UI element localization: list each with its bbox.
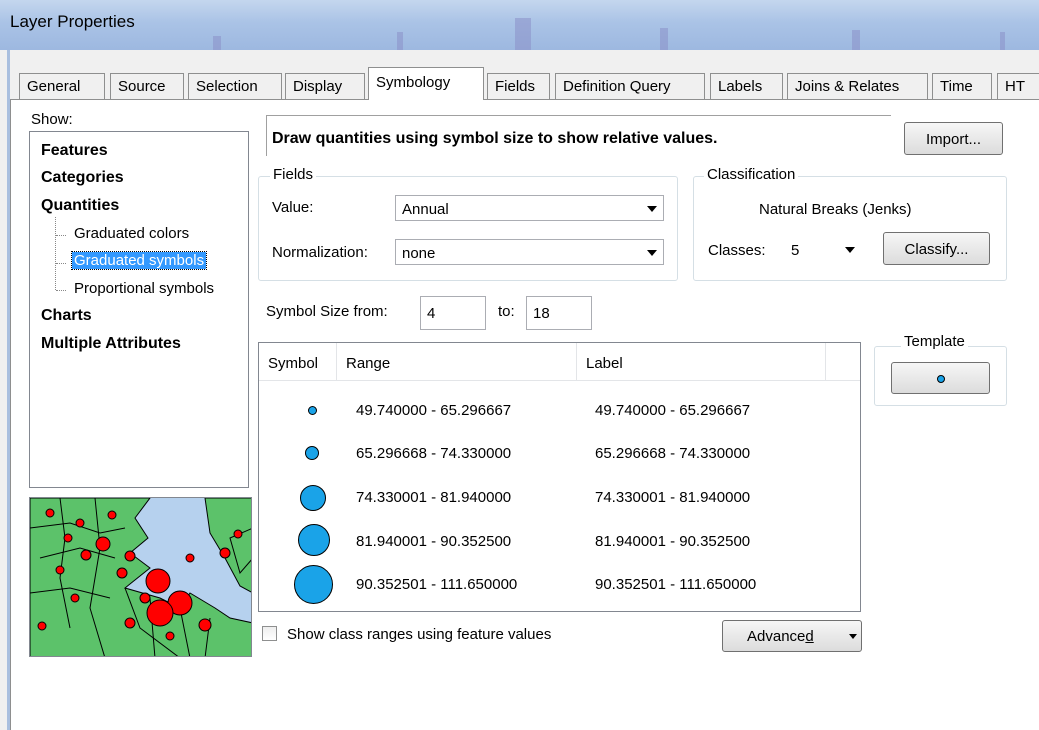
fields-group [258, 176, 678, 281]
show-label: Show: [31, 111, 73, 128]
renderer-description: Draw quantities using symbol size to sho… [272, 130, 718, 147]
title-bar [0, 0, 1039, 50]
advanced-button[interactable]: Advanced [722, 620, 862, 652]
value-dropdown[interactable]: Annual [395, 195, 664, 221]
column-header-range[interactable]: Range [337, 343, 577, 381]
show-class-ranges-label[interactable]: Show class ranges using feature values [287, 626, 551, 643]
chevron-down-icon [845, 247, 855, 253]
range-cell[interactable]: 74.330001 - 81.940000 [356, 489, 511, 506]
tab-time[interactable]: Time [932, 73, 992, 99]
preview-map-drawing [30, 498, 251, 656]
advanced-button-label: Advance [747, 628, 806, 645]
tree-item-categories[interactable]: Categories [41, 169, 124, 187]
normalization-dropdown[interactable]: none [395, 239, 664, 265]
tree-item-proportional-symbols[interactable]: Proportional symbols [74, 280, 214, 297]
label-cell[interactable]: 49.740000 - 65.296667 [595, 402, 750, 419]
classes-label: Classes: [708, 242, 766, 259]
symbol-swatch[interactable] [305, 446, 319, 460]
label-cell[interactable]: 65.296668 - 74.330000 [595, 445, 750, 462]
tree-item-features[interactable]: Features [41, 142, 108, 160]
tab-labels[interactable]: Labels [710, 73, 783, 99]
template-symbol-icon [937, 375, 945, 383]
chevron-down-icon [647, 206, 657, 212]
advanced-button-mnemonic: d [805, 628, 814, 645]
classes-dropdown[interactable]: 5 [785, 237, 861, 263]
symbol-swatch[interactable] [308, 406, 317, 415]
show-tree[interactable]: Features Categories Quantities Graduated… [29, 131, 249, 488]
range-cell[interactable]: 90.352501 - 111.650000 [356, 576, 517, 593]
classification-method: Natural Breaks (Jenks) [759, 201, 912, 218]
classify-button[interactable]: Classify... [883, 232, 990, 265]
range-cell[interactable]: 65.296668 - 74.330000 [356, 445, 511, 462]
import-button[interactable]: Import... [904, 122, 1003, 155]
symbol-swatch[interactable] [298, 524, 330, 556]
tab-html[interactable]: HT [997, 73, 1039, 99]
tree-connector [56, 263, 66, 264]
symbol-size-from-input[interactable]: 4 [420, 296, 486, 330]
tab-fields[interactable]: Fields [487, 73, 550, 99]
range-cell[interactable]: 81.940001 - 90.352500 [356, 533, 511, 550]
fields-group-label: Fields [270, 166, 317, 183]
template-group-label: Template [901, 333, 968, 350]
chevron-down-icon [647, 250, 657, 256]
value-dropdown-text: Annual [402, 201, 449, 218]
label-cell[interactable]: 90.352501 - 111.650000 [595, 576, 756, 593]
label-cell[interactable]: 74.330001 - 81.940000 [595, 489, 750, 506]
tab-selection[interactable]: Selection [188, 73, 282, 99]
tab-display[interactable]: Display [285, 73, 365, 99]
symbology-preview-map [29, 497, 252, 657]
symbol-size-to-input[interactable]: 18 [526, 296, 592, 330]
tab-source[interactable]: Source [110, 73, 184, 99]
show-class-ranges-checkbox[interactable] [262, 626, 277, 641]
window-title: Layer Properties [10, 12, 135, 31]
chevron-down-icon [849, 634, 857, 639]
column-header-symbol[interactable]: Symbol [259, 343, 337, 381]
tab-symbology[interactable]: Symbology [368, 67, 484, 100]
tree-connector [56, 235, 66, 236]
class-table[interactable]: Symbol Range Label 49.740000 - 65.296667… [258, 342, 861, 612]
tab-joins-relates[interactable]: Joins & Relates [787, 73, 928, 99]
tab-general[interactable]: General [19, 73, 105, 99]
tree-item-graduated-symbols[interactable]: Graduated symbols [70, 251, 208, 270]
classes-dropdown-text: 5 [791, 242, 800, 259]
tree-item-charts[interactable]: Charts [41, 307, 92, 325]
symbol-size-to-label: to: [498, 303, 515, 320]
classification-group [693, 176, 1007, 281]
symbol-size-from-label: Symbol Size from: [266, 303, 388, 320]
symbol-swatch[interactable] [294, 565, 333, 604]
normalization-label: Normalization: [272, 244, 368, 261]
label-cell[interactable]: 81.940001 - 90.352500 [595, 533, 750, 550]
column-header-label[interactable]: Label [577, 343, 826, 381]
tree-item-quantities[interactable]: Quantities [41, 197, 119, 215]
range-cell[interactable]: 49.740000 - 65.296667 [356, 402, 511, 419]
tree-item-multiple-attributes[interactable]: Multiple Attributes [41, 335, 181, 353]
symbol-swatch[interactable] [300, 485, 326, 511]
tree-connector [56, 290, 66, 291]
tab-definition-query[interactable]: Definition Query [555, 73, 705, 99]
normalization-dropdown-text: none [402, 245, 436, 262]
tree-connector [55, 217, 56, 290]
tree-item-graduated-colors[interactable]: Graduated colors [74, 225, 189, 242]
classification-group-label: Classification [704, 166, 799, 183]
template-symbol-button[interactable] [891, 362, 990, 394]
value-label: Value: [272, 199, 314, 216]
column-header-filler [826, 343, 860, 381]
